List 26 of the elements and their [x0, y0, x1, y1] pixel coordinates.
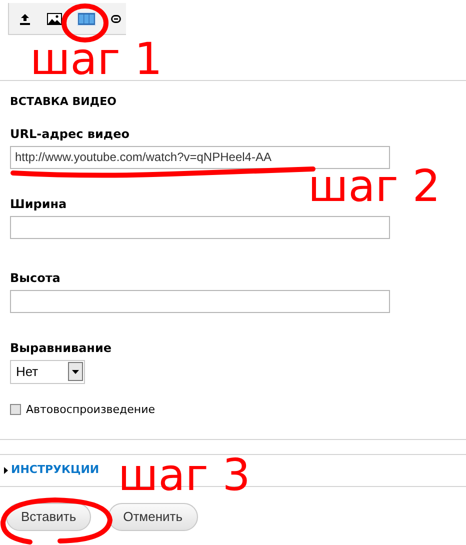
upload-icon [19, 12, 31, 24]
dialog-button[interactable]: Отменить [108, 503, 198, 531]
step-annotation: шаг 3 [118, 454, 250, 498]
field-label: Выравнивание [10, 340, 113, 356]
alignment-dropdown[interactable]: Нет [10, 360, 85, 384]
autoplay-checkbox[interactable] [10, 404, 21, 416]
circle-annotation [60, 2, 110, 44]
instructions-link[interactable]: ИНСТРУКЦИИ [11, 462, 100, 479]
input-field[interactable] [10, 290, 390, 312]
checkbox-label: Автовоспроизведение [26, 402, 156, 418]
input-field[interactable] [10, 216, 390, 238]
toolbar-button[interactable] [110, 14, 122, 24]
toolbar-button[interactable] [46, 12, 63, 26]
link-icon [111, 14, 121, 22]
section-title: ВСТАВКА ВИДЕО [10, 94, 118, 110]
film-icon [78, 12, 95, 24]
toolbar-button[interactable] [18, 12, 32, 26]
dropdown-value: Нет [16, 362, 38, 381]
field-label: URL-адрес видео [10, 126, 130, 142]
expand-arrow-icon [4, 467, 8, 474]
field-label: Высота [10, 270, 62, 286]
field-label: Ширина [10, 196, 68, 212]
image-icon [47, 12, 62, 24]
dialog-button[interactable]: Вставить [6, 503, 92, 531]
input-field[interactable]: http://www.youtube.com/watch?v=qNPHeel4-AA [10, 146, 390, 168]
step-annotation: шаг 1 [30, 38, 162, 82]
